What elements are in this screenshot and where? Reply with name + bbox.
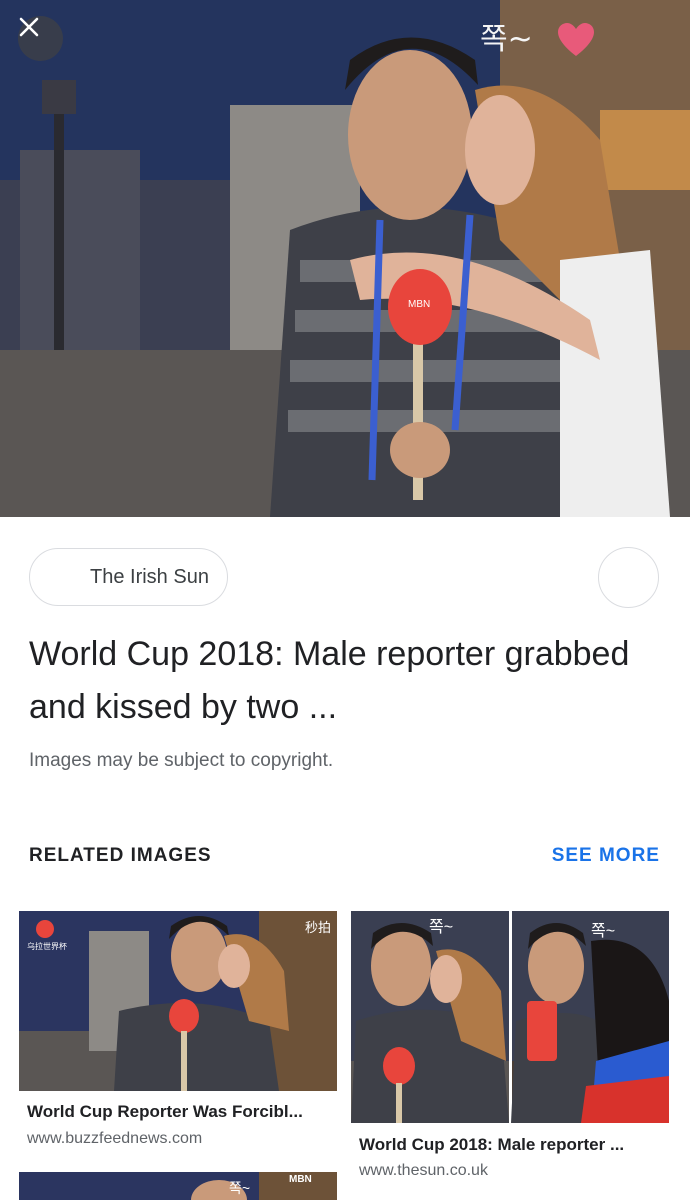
thumb-badge: 乌拉世界杯	[27, 942, 67, 951]
thumb-watermark: 秒拍	[304, 920, 331, 935]
source-chip[interactable]: The Irish Sun	[29, 548, 228, 606]
source-name: The Irish Sun	[90, 565, 209, 588]
hero-image: MBN 쪽~	[0, 0, 690, 517]
thumb-sticker-right: 쪽~	[591, 923, 616, 940]
mic-label: MBN	[408, 299, 430, 310]
thumb-sticker: 쪽~	[229, 1180, 251, 1196]
thumb-mbn-label: MBN	[289, 1174, 312, 1185]
thumb-sticker-left: 쪽~	[429, 919, 454, 936]
heart-icon	[558, 23, 594, 56]
related-item-title-1[interactable]: World Cup Reporter Was Forcibl...	[27, 1102, 332, 1122]
related-item-site-2: www.thesun.co.uk	[359, 1162, 488, 1179]
hero-photo: MBN	[0, 0, 690, 517]
share-button[interactable]	[598, 547, 659, 608]
related-thumb-2[interactable]: 쪽~ 쪽~	[351, 911, 669, 1123]
close-button[interactable]	[18, 16, 63, 61]
related-item-title-2[interactable]: World Cup 2018: Male reporter ...	[359, 1135, 664, 1155]
see-more-link[interactable]: SEE MORE	[552, 845, 660, 867]
related-images-heading: RELATED IMAGES	[29, 845, 212, 866]
result-title[interactable]: World Cup 2018: Male reporter grabbed an…	[29, 628, 669, 734]
related-thumb-1[interactable]: 乌拉世界杯 秒拍	[19, 911, 337, 1091]
related-thumb-1-photo	[19, 911, 337, 1091]
copyright-note: Images may be subject to copyright.	[29, 750, 334, 771]
close-icon	[19, 17, 39, 37]
related-thumb-3[interactable]: MBN 쪽~	[19, 1172, 337, 1200]
related-item-site-1: www.buzzfeednews.com	[27, 1130, 203, 1147]
sticker-text: 쪽~	[480, 22, 533, 57]
related-thumb-2-photo	[351, 911, 669, 1123]
